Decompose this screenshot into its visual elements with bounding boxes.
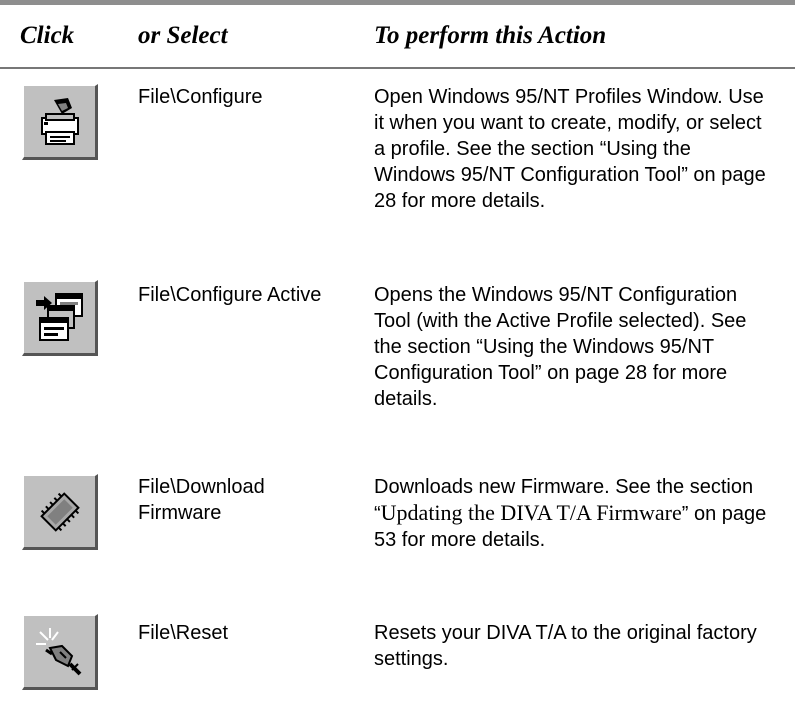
action-description: Resets your DIVA T/A to the original fac…	[374, 622, 757, 670]
header-click: Click	[20, 22, 75, 49]
menu-path-download-firmware: File\Download Firmware	[138, 476, 265, 524]
reset-button[interactable]	[22, 614, 98, 690]
header-select: or Select	[138, 22, 228, 49]
reset-plug-icon	[36, 628, 82, 676]
table-header: Click or Select To perform this Action	[0, 22, 795, 62]
menu-path-reset: File\Reset	[138, 622, 229, 644]
action-description: Opens the Windows 95/NT Configuration To…	[374, 284, 747, 410]
configure-active-icon	[36, 293, 83, 341]
configure-active-button[interactable]	[22, 280, 98, 356]
action-text-section-title: Updating the DIVA T/A Firmware	[380, 500, 682, 525]
printer-config-icon	[41, 98, 79, 145]
action-description: Open Windows 95/NT Profiles Window. Use …	[374, 86, 766, 212]
header-divider	[0, 67, 795, 69]
header-action: To perform this Action	[374, 22, 607, 49]
configure-button[interactable]	[22, 84, 98, 160]
top-rule	[0, 0, 795, 5]
firmware-chip-icon	[40, 492, 80, 532]
download-firmware-button[interactable]	[22, 474, 98, 550]
menu-path-configure-active: File\Configure Active	[138, 284, 322, 306]
action-description: Downloads new Firmware. See the section …	[374, 474, 774, 553]
menu-path-configure: File\Configure	[138, 86, 263, 108]
